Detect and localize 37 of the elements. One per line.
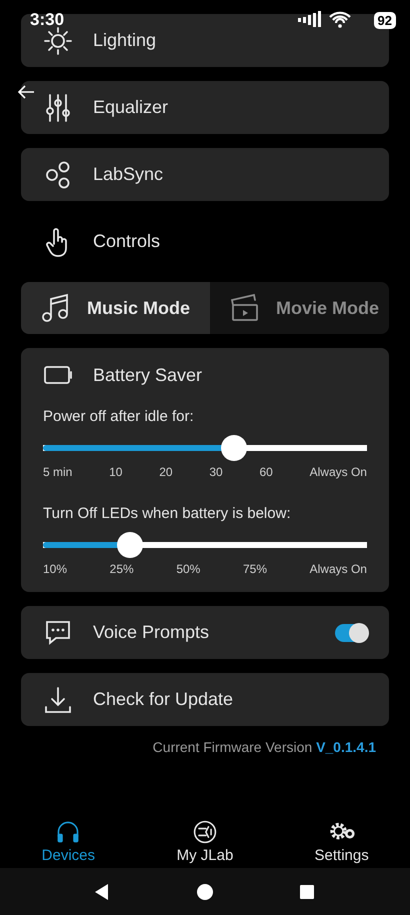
clapperboard-icon xyxy=(230,293,260,323)
tick-label: 50% xyxy=(176,562,200,576)
download-icon xyxy=(43,684,73,714)
firmware-version: Current Firmware Version V_0.1.4.1 xyxy=(152,739,377,755)
button-label: Check for Update xyxy=(93,689,234,710)
headphones-icon xyxy=(55,819,82,845)
tick-label: 30 xyxy=(209,465,223,479)
menu-item[interactable]: Controls xyxy=(21,215,389,268)
circle-logo-icon xyxy=(192,819,218,845)
mode-tab[interactable]: Music Mode xyxy=(21,282,210,334)
tick-label: 25% xyxy=(110,562,134,576)
nav-tab[interactable]: Devices xyxy=(13,818,124,865)
setting-label: Voice Prompts xyxy=(93,622,210,643)
nav-tab[interactable]: Settings xyxy=(286,818,397,865)
mode-tab[interactable]: Movie Mode xyxy=(210,282,389,334)
tick-label: 10 xyxy=(109,465,122,479)
sun-icon xyxy=(43,26,73,56)
tick-label: 10% xyxy=(43,562,68,576)
tick-label: Always On xyxy=(310,465,367,479)
slider-label: Power off after idle for: xyxy=(43,408,195,425)
tick-label: 75% xyxy=(242,562,267,576)
slider-thumb[interactable] xyxy=(117,532,144,558)
slider-label: Turn Off LEDs when battery is below: xyxy=(43,505,292,522)
tick-label: 60 xyxy=(259,465,273,479)
nav-tab[interactable]: My JLab xyxy=(150,818,260,865)
section-title: Battery Saver xyxy=(93,364,202,386)
update-button[interactable]: Check for Update xyxy=(21,673,389,726)
tick-label: 5 min xyxy=(43,465,72,479)
tick-label: Always On xyxy=(310,562,367,576)
music-note-icon xyxy=(41,293,71,323)
slider-thumb[interactable] xyxy=(221,435,248,461)
menu-item[interactable]: Equalizer xyxy=(21,81,389,134)
battery-level: 92 xyxy=(374,12,396,28)
toggle-switch[interactable] xyxy=(335,624,367,642)
sliders-icon xyxy=(43,92,73,122)
menu-item[interactable]: LabSync xyxy=(21,148,389,201)
tick-label: 20 xyxy=(159,465,173,479)
